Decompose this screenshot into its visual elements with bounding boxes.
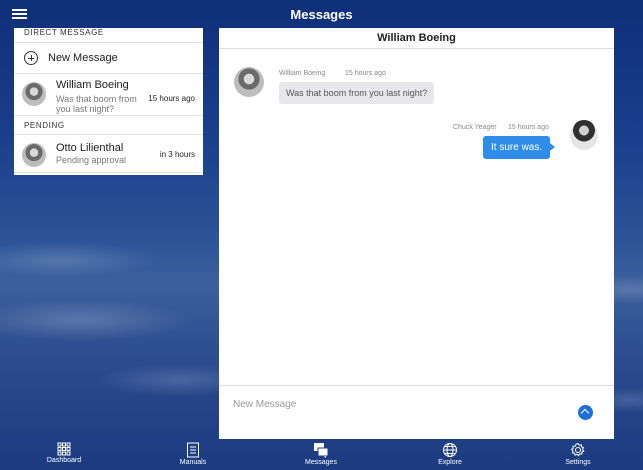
conversation-list-panel: DIRECT MESSAGE New Message William Boein… <box>14 28 203 175</box>
chat-panel: William Boeing William Boeing 15 hours a… <box>219 28 614 439</box>
tab-label: Manuals <box>179 459 207 466</box>
message-composer <box>219 385 614 439</box>
chat-bubbles-icon <box>314 443 329 458</box>
message-sender: Chuck Yeager <box>453 124 497 131</box>
tab-messages[interactable]: Messages <box>291 442 351 466</box>
conversation-item-william-boeing[interactable]: William Boeing Was that boom from you la… <box>14 74 203 116</box>
gear-icon <box>570 442 585 457</box>
conversation-time: in 3 hours <box>159 150 195 159</box>
conversation-name: William Boeing <box>56 79 129 91</box>
tab-manuals[interactable]: Manuals <box>163 442 223 466</box>
avatar <box>570 120 598 150</box>
avatar <box>22 82 46 106</box>
conversation-preview: Was that boom from you last night? <box>56 94 137 114</box>
book-icon <box>187 442 199 458</box>
tab-label: Explore <box>438 459 462 466</box>
pending-header: PENDING <box>14 116 203 135</box>
grid-icon <box>57 442 71 456</box>
tab-label: Messages <box>305 459 337 466</box>
tab-label: Dashboard <box>46 457 82 464</box>
direct-message-header: DIRECT MESSAGE <box>24 28 104 37</box>
globe-icon <box>443 443 457 457</box>
new-message-input[interactable] <box>233 399 563 410</box>
tab-label: Settings <box>565 459 591 466</box>
page-title: Messages <box>290 7 353 22</box>
conversation-time: 15 hours ago <box>148 94 195 103</box>
plus-circle-icon <box>24 51 38 65</box>
new-message-label: New Message <box>48 52 118 64</box>
conversation-name: Otto Lilienthal <box>56 142 124 154</box>
message-time: 15 hours ago <box>345 70 386 77</box>
incoming-message-bubble: Was that boom from you last night? <box>279 82 435 104</box>
conversation-status: Pending approval <box>56 155 127 165</box>
bottom-tab-bar: Dashboard Manuals Messages Explore Setti… <box>0 440 643 470</box>
avatar <box>234 67 264 97</box>
outgoing-message-bubble: It sure was. <box>483 136 556 159</box>
avatar <box>22 143 46 167</box>
top-bar: Messages <box>0 0 643 28</box>
chat-title: William Boeing <box>219 28 614 49</box>
send-button[interactable] <box>578 405 593 420</box>
tab-explore[interactable]: Explore <box>420 442 480 466</box>
message-sender: William Boeing <box>279 70 326 77</box>
tab-settings[interactable]: Settings <box>548 442 608 466</box>
conversation-item-otto-lilienthal[interactable]: Otto Lilienthal Pending approval in 3 ho… <box>14 135 203 173</box>
message-time: 15 hours ago <box>508 124 549 131</box>
tab-dashboard[interactable]: Dashboard <box>34 442 94 464</box>
new-message-button[interactable]: New Message <box>14 42 203 74</box>
